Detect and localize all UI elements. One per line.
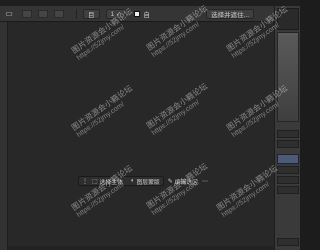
document-canvas[interactable] <box>8 22 274 250</box>
divider <box>76 8 77 19</box>
edit-selection-label: 编辑选区 <box>174 179 198 186</box>
contextual-task-bar: ⋮ ⬚ 选择主体 ◐ 图层蒙版 ✎ 编辑选区 ⋯ <box>78 176 208 186</box>
select-subject-button[interactable]: ⬚ 选择主体 <box>92 177 123 186</box>
layers-toolbar[interactable] <box>277 130 299 138</box>
layer-mask-label: 图层蒙版 <box>136 179 160 186</box>
checkbox-label: 自 <box>143 11 150 19</box>
layers-search[interactable] <box>277 140 299 148</box>
style-dropdown[interactable]: 1 ✓ <box>105 8 127 19</box>
selection-mode-subtract[interactable] <box>54 9 64 18</box>
feather-field[interactable]: 目 <box>83 8 100 19</box>
layer-row[interactable] <box>277 176 299 184</box>
select-and-mask-button[interactable]: 选择并遮住... <box>206 8 254 19</box>
more-icon[interactable]: ⋯ <box>202 178 208 185</box>
checkbox-box <box>134 10 141 17</box>
layer-row-selected[interactable] <box>277 154 299 164</box>
photoshop-window: ▭ 目 1 ✓ 自 选择并遮住... ⋮ ⬚ 选择主体 ◐ 图层蒙版 ✎ 编辑选… <box>0 0 300 250</box>
status-bar <box>8 246 274 250</box>
selection-mode-new[interactable] <box>22 9 32 18</box>
select-subject-icon: ⬚ <box>92 178 98 185</box>
right-panels <box>274 6 300 250</box>
edit-selection-button[interactable]: ✎ 编辑选区 <box>168 177 198 186</box>
edit-selection-icon: ✎ <box>167 178 173 185</box>
color-panel[interactable] <box>277 8 299 30</box>
select-subject-label: 选择主体 <box>99 179 123 186</box>
auto-checkbox[interactable]: 自 <box>134 9 150 19</box>
selection-mode-add[interactable] <box>38 9 48 18</box>
grip-icon[interactable]: ⋮ <box>82 178 88 185</box>
layer-mask-icon: ◐ <box>130 178 135 184</box>
options-bar: ▭ 目 1 ✓ 自 选择并遮住... <box>0 6 300 22</box>
layers-footer[interactable] <box>277 238 299 246</box>
layer-row[interactable] <box>277 166 299 174</box>
layer-mask-button[interactable]: ◐ 图层蒙版 <box>131 177 160 186</box>
swatches-panel[interactable] <box>277 32 299 122</box>
layer-row[interactable] <box>277 186 299 194</box>
marquee-tool-icon[interactable]: ▭ <box>4 9 14 19</box>
tools-panel[interactable] <box>0 22 8 250</box>
